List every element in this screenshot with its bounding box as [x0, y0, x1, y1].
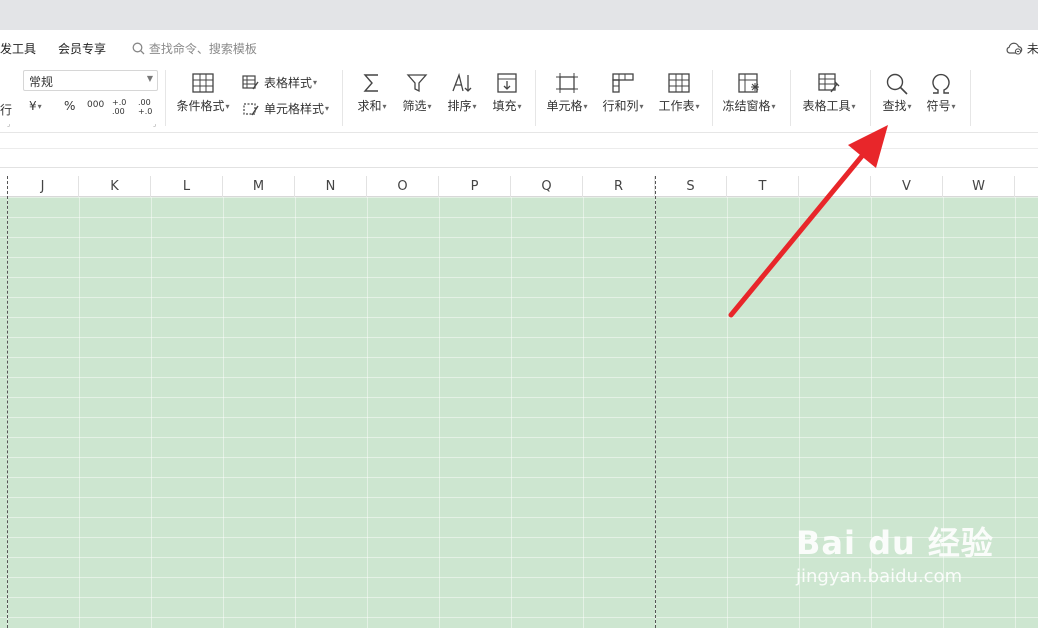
watermark: Bai du 经验 jingyan.baidu.com [796, 518, 994, 587]
sort-button[interactable]: 排序▾ [441, 72, 483, 114]
increase-decimal-button[interactable]: +.0 .00 [112, 98, 130, 116]
ribbon-divider [535, 70, 536, 126]
sort-label: 排序 [447, 99, 472, 113]
thousands-button[interactable]: 000 [87, 100, 104, 110]
column-header[interactable]: P [439, 176, 511, 197]
column-header[interactable]: J [7, 176, 79, 197]
menu-member[interactable]: 会员专享 [58, 40, 106, 57]
window-top-strip [0, 0, 1038, 30]
cloud-icon [1006, 42, 1023, 55]
fill-down-icon [497, 73, 517, 93]
find-label: 查找 [882, 99, 907, 113]
column-header[interactable]: Q [511, 176, 583, 197]
column-header[interactable] [799, 176, 871, 197]
table-tools-icon [818, 73, 840, 93]
table-tools-label: 表格工具 [802, 99, 851, 113]
magnifier-icon [886, 73, 908, 95]
column-header[interactable]: O [367, 176, 439, 197]
conditional-format-button[interactable]: 条件格式▾ [172, 72, 234, 114]
worksheet-icon [668, 73, 690, 93]
cloud-status-text: 未 [1026, 42, 1038, 56]
worksheet-button[interactable]: 工作表▾ [654, 72, 704, 114]
sort-icon [452, 72, 472, 92]
column-header[interactable]: T [727, 176, 799, 197]
menu-dev-tools[interactable]: 发工具 [0, 40, 36, 57]
find-button[interactable]: 查找▾ [876, 72, 918, 114]
column-header[interactable]: W [943, 176, 1015, 197]
freeze-panes-label: 冻结窗格 [722, 99, 771, 113]
watermark-logo: Bai du 经验 [796, 524, 994, 562]
watermark-url: jingyan.baidu.com [796, 566, 963, 587]
percent-button[interactable]: % [64, 99, 75, 113]
column-header[interactable]: V [871, 176, 943, 197]
column-headers: J K L M N O P Q R S T V W [0, 176, 1038, 197]
column-header[interactable]: S [655, 176, 727, 197]
search-icon [132, 42, 145, 55]
freeze-panes-button[interactable]: 冻结窗格▾ [718, 72, 780, 114]
omega-icon [932, 73, 950, 94]
ribbon-divider [790, 70, 791, 126]
cell-style-button[interactable]: 单元格样式 ▾ [242, 100, 329, 117]
column-header[interactable]: N [295, 176, 367, 197]
ribbon-left-partial: 行 [0, 103, 13, 117]
formula-bar[interactable] [0, 132, 1038, 168]
freeze-panes-icon [738, 73, 759, 93]
cell-style-label: 单元格样式 [264, 102, 325, 116]
sum-button[interactable]: 求和▾ [352, 72, 392, 114]
column-header[interactable]: K [79, 176, 151, 197]
number-format-select[interactable]: 常规 ▼ [23, 70, 158, 91]
table-style-label: 表格样式 [264, 76, 313, 90]
row-col-button[interactable]: 行和列▾ [598, 72, 648, 114]
cell-icon [556, 73, 578, 93]
sum-label: 求和 [357, 99, 382, 113]
column-header[interactable]: R [583, 176, 655, 197]
cell-style-icon [243, 102, 259, 115]
filter-label: 筛选 [402, 99, 427, 113]
ribbon-divider [342, 70, 343, 126]
ribbon-divider [970, 70, 971, 126]
symbol-button[interactable]: 符号▾ [920, 72, 962, 114]
number-format-value: 常规 [29, 75, 54, 89]
worksheet-label: 工作表 [658, 99, 695, 113]
filter-button[interactable]: 筛选▾ [396, 72, 438, 114]
cloud-status[interactable]: 未 [1005, 40, 1038, 57]
conditional-format-icon [192, 73, 214, 93]
ribbon-divider [870, 70, 871, 126]
group-expand-icon[interactable]: ⌟ [7, 120, 10, 128]
search-placeholder: 查找命令、搜索模板 [148, 42, 257, 56]
table-style-button[interactable]: 表格样式 ▾ [242, 74, 317, 91]
decrease-decimal-button[interactable]: .00 +.0 [138, 98, 156, 116]
column-header[interactable]: M [223, 176, 295, 197]
currency-button[interactable]: ¥▾ [29, 99, 42, 113]
cell-label: 单元格 [546, 99, 583, 113]
fill-button[interactable]: 填充▾ [486, 72, 528, 114]
filter-icon [406, 74, 428, 93]
page-break-line [7, 176, 8, 628]
fill-label: 填充 [492, 99, 517, 113]
formula-bar-divider [0, 148, 1038, 149]
sigma-icon [363, 74, 378, 92]
column-header[interactable]: L [151, 176, 223, 197]
ribbon-divider [712, 70, 713, 126]
cell-button[interactable]: 单元格▾ [542, 72, 592, 114]
symbol-label: 符号 [926, 99, 951, 113]
table-style-icon [242, 74, 259, 89]
number-group-expand-icon[interactable]: ⌟ [153, 120, 156, 128]
conditional-format-label: 条件格式 [176, 99, 225, 113]
command-search[interactable]: 查找命令、搜索模板 [132, 40, 257, 57]
chevron-down-icon: ▼ [146, 74, 153, 83]
ribbon-divider [165, 70, 166, 126]
page-break-line [655, 176, 656, 628]
table-tools-button[interactable]: 表格工具▾ [796, 72, 862, 114]
row-col-label: 行和列 [602, 99, 639, 113]
row-col-icon [612, 73, 634, 93]
